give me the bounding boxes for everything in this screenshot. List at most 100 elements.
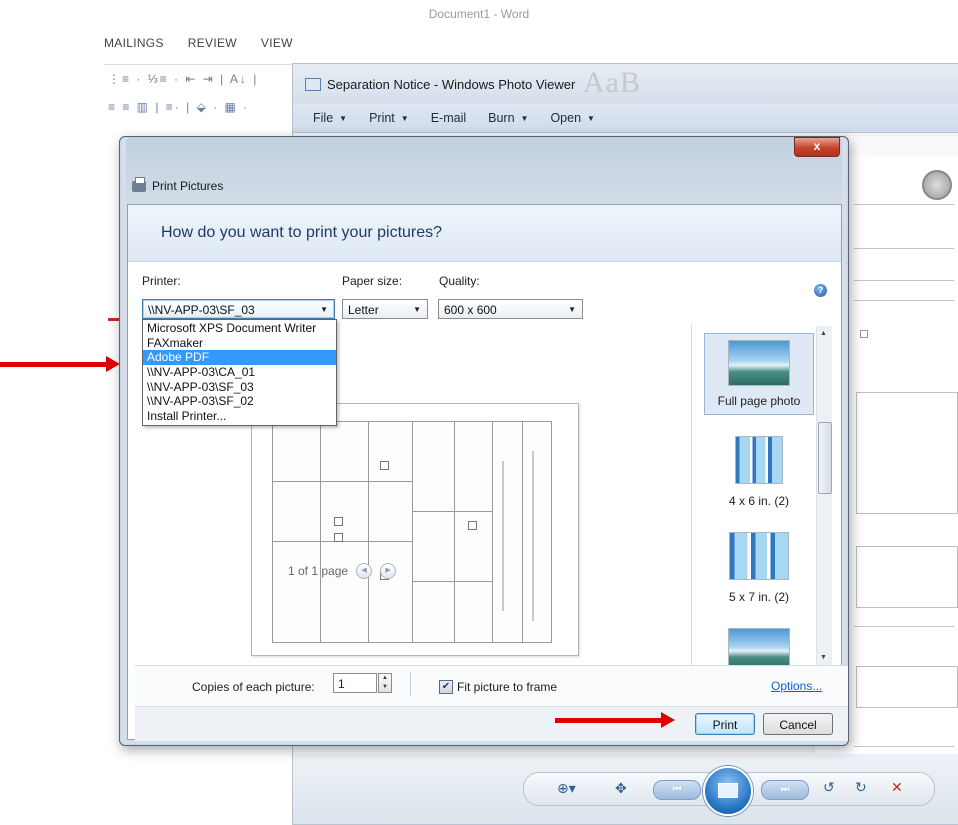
page-counter: 1 of 1 page ◀ ▶ [288,563,397,579]
word-styles-preview: AaB [583,66,641,99]
chevron-down-icon: ▼ [568,305,576,314]
copies-label: Copies of each picture: [192,680,315,694]
fit-to-frame-checkbox[interactable]: ✔ [439,680,453,694]
printer-option-xps[interactable]: Microsoft XPS Document Writer [143,321,336,336]
print-button[interactable]: Print [695,713,755,735]
options-link[interactable]: Options... [771,679,822,693]
chevron-down-icon: ▼ [587,113,595,123]
slideshow-icon [718,783,738,798]
print-pictures-dialog: Print Pictures x How do you want to prin… [119,136,849,746]
quality-select[interactable]: 600 x 600 ▼ [438,299,583,319]
photo-viewer-title: Separation Notice - Windows Photo Viewer [327,76,576,92]
paper-size-value: Letter [348,303,379,317]
layout-next[interactable] [704,621,814,665]
annotation-arrow-print [555,712,675,728]
layout-label: 4 x 6 in. (2) [728,494,790,508]
layout-full-page[interactable]: Full page photo [704,333,814,415]
layout-4x6[interactable]: 4 x 6 in. (2) [704,429,814,515]
printer-label: Printer: [142,274,181,288]
next-button[interactable]: ⏭ [761,780,809,800]
photo-viewer-menubar: File ▼ Print ▼ E-mail Burn ▼ Open ▼ [293,104,958,133]
zoom-icon[interactable]: ⊕▾ [557,780,576,797]
printer-icon [132,176,146,192]
tab-mailings[interactable]: MAILINGS [104,36,164,50]
ribbon-divider [104,64,294,65]
printer-option-faxmaker[interactable]: FAXmaker [143,336,336,351]
doc-rule [854,300,954,301]
help-icon[interactable]: ? [814,284,827,297]
layout-list: Full page photo 4 x 6 in. (2) 5 x 7 in. … [691,325,834,665]
divider [410,672,411,696]
dialog-frame [126,137,842,203]
delete-icon[interactable]: ✕ [891,779,903,796]
rotate-left-icon[interactable]: ↺ [823,779,835,796]
paper-size-label: Paper size: [342,274,403,288]
actual-size-icon[interactable]: ✥ [615,780,627,797]
state-seal-icon [922,170,952,200]
layout-thumbnail [728,628,790,665]
close-button[interactable]: x [794,137,840,157]
5x7-thumbnail [729,532,789,580]
chevron-down-icon: ▼ [520,113,529,123]
printer-option-ca01[interactable]: \\NV-APP-03\CA_01 [143,365,336,380]
chevron-down-icon: ▼ [339,113,348,123]
scanned-form-thumbnail [272,421,552,643]
menu-print[interactable]: Print ▼ [369,111,409,125]
photo-viewer-controls: ⊕▾ ✥ ⏮ ⏭ ↺ ↻ ✕ [293,754,958,824]
dialog-titlebar: Print Pictures [132,176,224,193]
dialog-title: Print Pictures [152,179,224,193]
chevron-down-icon: ▼ [400,113,409,123]
menu-burn[interactable]: Burn ▼ [488,111,528,125]
dialog-body: How do you want to print your pictures? … [127,204,848,741]
printer-option-sf03[interactable]: \\NV-APP-03\SF_03 [143,380,336,395]
printer-option-adobe-pdf[interactable]: Adobe PDF [143,350,336,366]
scroll-up-icon[interactable]: ▲ [820,330,827,337]
print-preview-page [251,403,579,656]
doc-box [856,546,958,608]
tab-view[interactable]: VIEW [261,36,293,50]
menu-email[interactable]: E-mail [431,111,466,125]
printer-select[interactable]: \\NV-APP-03\SF_03 ▼ [142,299,335,319]
dialog-footer: Print Cancel [135,706,848,741]
cancel-button[interactable]: Cancel [763,713,833,735]
doc-box [856,392,958,514]
doc-rule [854,626,954,627]
menu-open[interactable]: Open ▼ [550,111,595,125]
printer-dropdown-list: Microsoft XPS Document Writer FAXmaker A… [142,319,337,426]
page-counter-text: 1 of 1 page [288,564,349,578]
copies-stepper[interactable]: ▲ ▼ [378,673,392,693]
rotate-right-icon[interactable]: ↻ [855,779,867,796]
doc-box [856,666,958,708]
layout-label: Full page photo [717,394,801,408]
doc-rule [854,204,954,205]
chevron-down-icon: ▼ [320,305,328,314]
printer-option-install[interactable]: Install Printer... [143,409,336,424]
previous-page-button[interactable]: ◀ [356,563,373,579]
copies-input[interactable]: 1 [333,673,377,693]
scrollbar-thumb[interactable] [818,422,832,494]
printer-select-value: \\NV-APP-03\SF_03 [148,303,255,317]
ribbon-paragraph-tools-row1[interactable]: ⋮≡ · ⅓≡ · ⇤ ⇥ | A↓ | [108,72,258,86]
print-options-bar: Copies of each picture: 1 ▲ ▼ ✔ Fit pictu… [135,665,848,706]
scroll-down-icon[interactable]: ▼ [820,654,827,661]
fit-to-frame-label: Fit picture to frame [457,680,558,694]
photo-viewer-icon [305,77,321,91]
ribbon-paragraph-tools-row2[interactable]: ≡ ≡ ▥ | ≡· | ⬙ · ▦ · [108,100,249,114]
printer-option-sf02[interactable]: \\NV-APP-03\SF_02 [143,394,336,409]
paper-size-select[interactable]: Letter ▼ [342,299,428,319]
menu-file[interactable]: File ▼ [313,111,347,125]
doc-rule [854,280,954,281]
slideshow-button[interactable] [703,766,753,816]
tab-review[interactable]: REVIEW [188,36,237,50]
quality-label: Quality: [439,274,480,288]
word-window-title: Document1 - Word [428,7,530,21]
layout-scrollbar[interactable]: ▲ ▼ [816,326,832,665]
layout-label: 5 x 7 in. (2) [728,590,790,604]
chevron-down-icon: ▼ [413,305,421,314]
previous-button[interactable]: ⏮ [653,780,701,800]
layout-5x7[interactable]: 5 x 7 in. (2) [704,525,814,611]
quality-value: 600 x 600 [444,303,497,317]
dialog-header: How do you want to print your pictures? [128,205,841,262]
next-page-button[interactable]: ▶ [380,563,397,579]
dialog-question: How do you want to print your pictures? [161,224,443,241]
